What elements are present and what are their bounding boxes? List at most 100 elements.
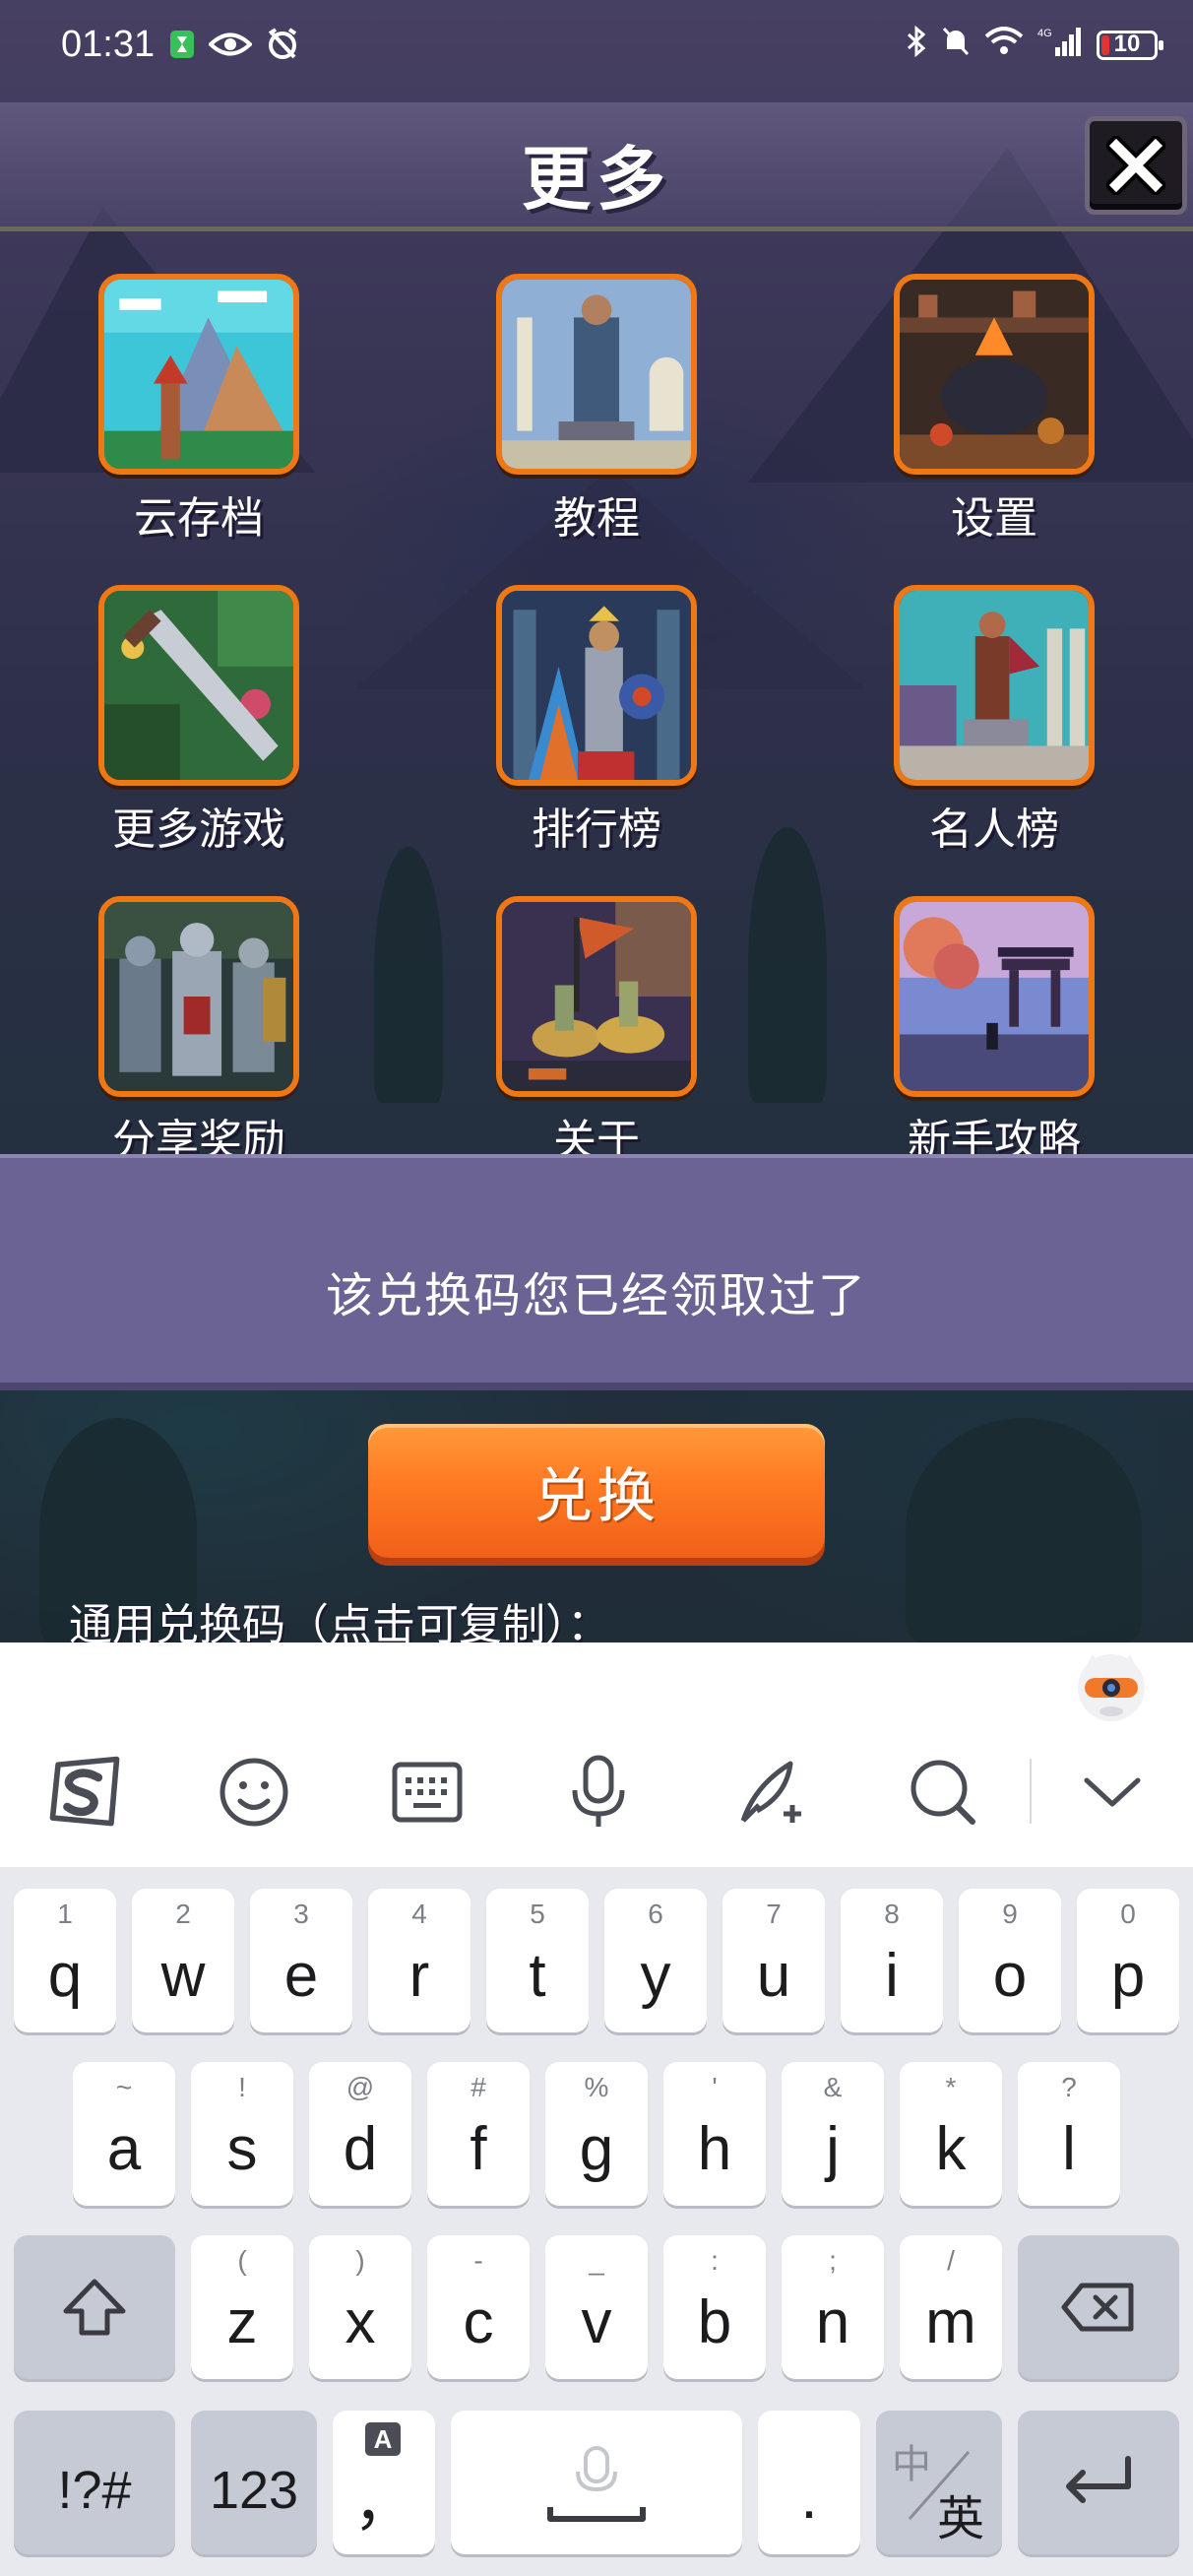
key-r[interactable]: 4r — [368, 1889, 471, 2032]
key-label: t — [529, 1942, 546, 2010]
bluetooth-icon — [906, 25, 927, 64]
key-o[interactable]: 9o — [959, 1889, 1061, 2032]
key-u[interactable]: 7u — [722, 1889, 825, 2032]
key-label: i — [885, 1942, 899, 2010]
key-f[interactable]: # f — [427, 2062, 530, 2206]
key-sub-label: ! — [238, 2072, 246, 2102]
handwriting-icon[interactable] — [732, 1753, 811, 1832]
ime-mascot-icon[interactable] — [1075, 1650, 1148, 1723]
comma-key[interactable]: A ， — [333, 2411, 435, 2554]
key-p[interactable]: 0p — [1077, 1889, 1179, 2032]
key-m[interactable]: / m — [900, 2235, 1002, 2379]
backspace-key[interactable] — [1018, 2235, 1179, 2379]
key-n[interactable]: ; n — [782, 2235, 884, 2379]
eye-icon — [208, 30, 253, 63]
emoji-icon[interactable] — [215, 1753, 293, 1832]
battery-icon: 10 — [1097, 30, 1163, 60]
key-y[interactable]: 6y — [604, 1889, 707, 2032]
key-sub-label: @ — [345, 2072, 375, 2102]
sogou-logo-icon[interactable] — [45, 1753, 124, 1832]
key-sub-label: : — [711, 2245, 719, 2276]
menu-item-beginner-guide[interactable]: 新手攻略 — [886, 896, 1102, 1168]
close-button[interactable] — [1085, 116, 1187, 215]
key-sub-label: 3 — [293, 1899, 309, 1929]
redeem-code-hint[interactable]: 通用兑换码（点击可复制）： — [69, 1589, 610, 1642]
key-sub-label: _ — [589, 2245, 604, 2276]
key-g[interactable]: % g — [545, 2062, 648, 2206]
status-bar: 01:31 4G 10 — [0, 0, 1193, 98]
menu-item-cloud-save[interactable]: 云存档 — [91, 274, 307, 546]
key-label: l — [1062, 2115, 1076, 2183]
key-k[interactable]: * k — [900, 2062, 1002, 2206]
key-c[interactable]: -c — [427, 2235, 530, 2379]
key-w[interactable]: 2w — [132, 1889, 234, 2032]
symbols-key[interactable]: !?# — [14, 2411, 175, 2554]
menu-item-tutorial[interactable]: 教程 — [488, 274, 705, 546]
key-x[interactable]: ) x — [309, 2235, 411, 2379]
cauldron-icon — [894, 274, 1095, 475]
key-sub-label: / — [947, 2245, 955, 2276]
shift-arrow-icon — [63, 2279, 126, 2336]
search-icon[interactable] — [904, 1753, 982, 1832]
background-tree — [374, 847, 443, 1103]
menu-item-label: 名人榜 — [929, 805, 1059, 855]
menu-item-label: 设置 — [951, 493, 1037, 544]
message-text: 该兑换码您已经领取过了 — [325, 1268, 867, 1323]
key-label: y — [640, 1942, 671, 2010]
key-q[interactable]: 1q — [14, 1889, 116, 2032]
key-sub-label: 1 — [57, 1899, 73, 1929]
key-sub-label: ( — [237, 2245, 247, 2276]
numbers-key[interactable]: 123 — [191, 2411, 317, 2554]
key-label: o — [992, 1942, 1028, 2010]
key-label: u — [756, 1942, 791, 2010]
key-sub-label: 2 — [175, 1899, 191, 1929]
key-v[interactable]: _ v — [545, 2235, 648, 2379]
key-sub-label: - — [473, 2245, 483, 2276]
collapse-chevron-icon[interactable] — [1073, 1753, 1152, 1832]
background-tree — [748, 827, 827, 1103]
key-label: . — [800, 2464, 818, 2532]
key-label: g — [579, 2115, 614, 2183]
key-label: z — [226, 2288, 258, 2356]
key-sub-label: * — [945, 2072, 957, 2102]
key-j[interactable]: & j — [782, 2062, 884, 2206]
key-b[interactable]: :b — [663, 2235, 766, 2379]
key-s[interactable]: ! s — [191, 2062, 293, 2206]
key-d[interactable]: @ d — [309, 2062, 411, 2206]
key-label: s — [226, 2115, 258, 2183]
language-switch-key[interactable]: 中 英 — [876, 2411, 1002, 2554]
lang-bottom-label: 英 — [937, 2493, 985, 2545]
key-a[interactable]: ~ a — [73, 2062, 175, 2206]
space-key[interactable] — [451, 2411, 742, 2554]
menu-item-about[interactable]: 关于 — [488, 896, 705, 1168]
key-label: f — [470, 2115, 487, 2183]
shrine-icon — [894, 896, 1095, 1097]
redeem-button[interactable]: 兑换 — [368, 1424, 825, 1558]
status-left-icons — [169, 28, 299, 65]
key-label: !?# — [57, 2461, 132, 2520]
message-banner: 该兑换码您已经领取过了 — [0, 1154, 1193, 1390]
menu-item-share-rewards[interactable]: 分享奖励 — [91, 896, 307, 1168]
key-label: r — [408, 1942, 430, 2010]
shift-key[interactable] — [14, 2235, 175, 2379]
key-label: b — [697, 2288, 732, 2356]
key-z[interactable]: (z — [191, 2235, 293, 2379]
cavalry-icon — [496, 896, 697, 1097]
menu-item-more-games[interactable]: 更多游戏 — [91, 585, 307, 857]
warrior-statue-icon — [894, 585, 1095, 786]
key-e[interactable]: 3e — [250, 1889, 352, 2032]
enter-key[interactable] — [1018, 2411, 1179, 2554]
menu-item-leaderboard[interactable]: 排行榜 — [488, 585, 705, 857]
key-h[interactable]: ' h — [663, 2062, 766, 2206]
menu-item-settings[interactable]: 设置 — [886, 274, 1102, 546]
keyboard-icon[interactable] — [388, 1753, 467, 1832]
key-l[interactable]: ? l — [1018, 2062, 1120, 2206]
period-key[interactable]: . — [758, 2411, 860, 2554]
key-i[interactable]: 8i — [841, 1889, 943, 2032]
key-t[interactable]: 5t — [486, 1889, 589, 2032]
menu-item-hall-of-fame[interactable]: 名人榜 — [886, 585, 1102, 857]
microphone-icon[interactable] — [559, 1753, 638, 1832]
key-sub-label: A — [365, 2422, 401, 2456]
enter-arrow-icon — [1066, 2456, 1131, 2503]
hourglass-icon — [169, 30, 195, 63]
